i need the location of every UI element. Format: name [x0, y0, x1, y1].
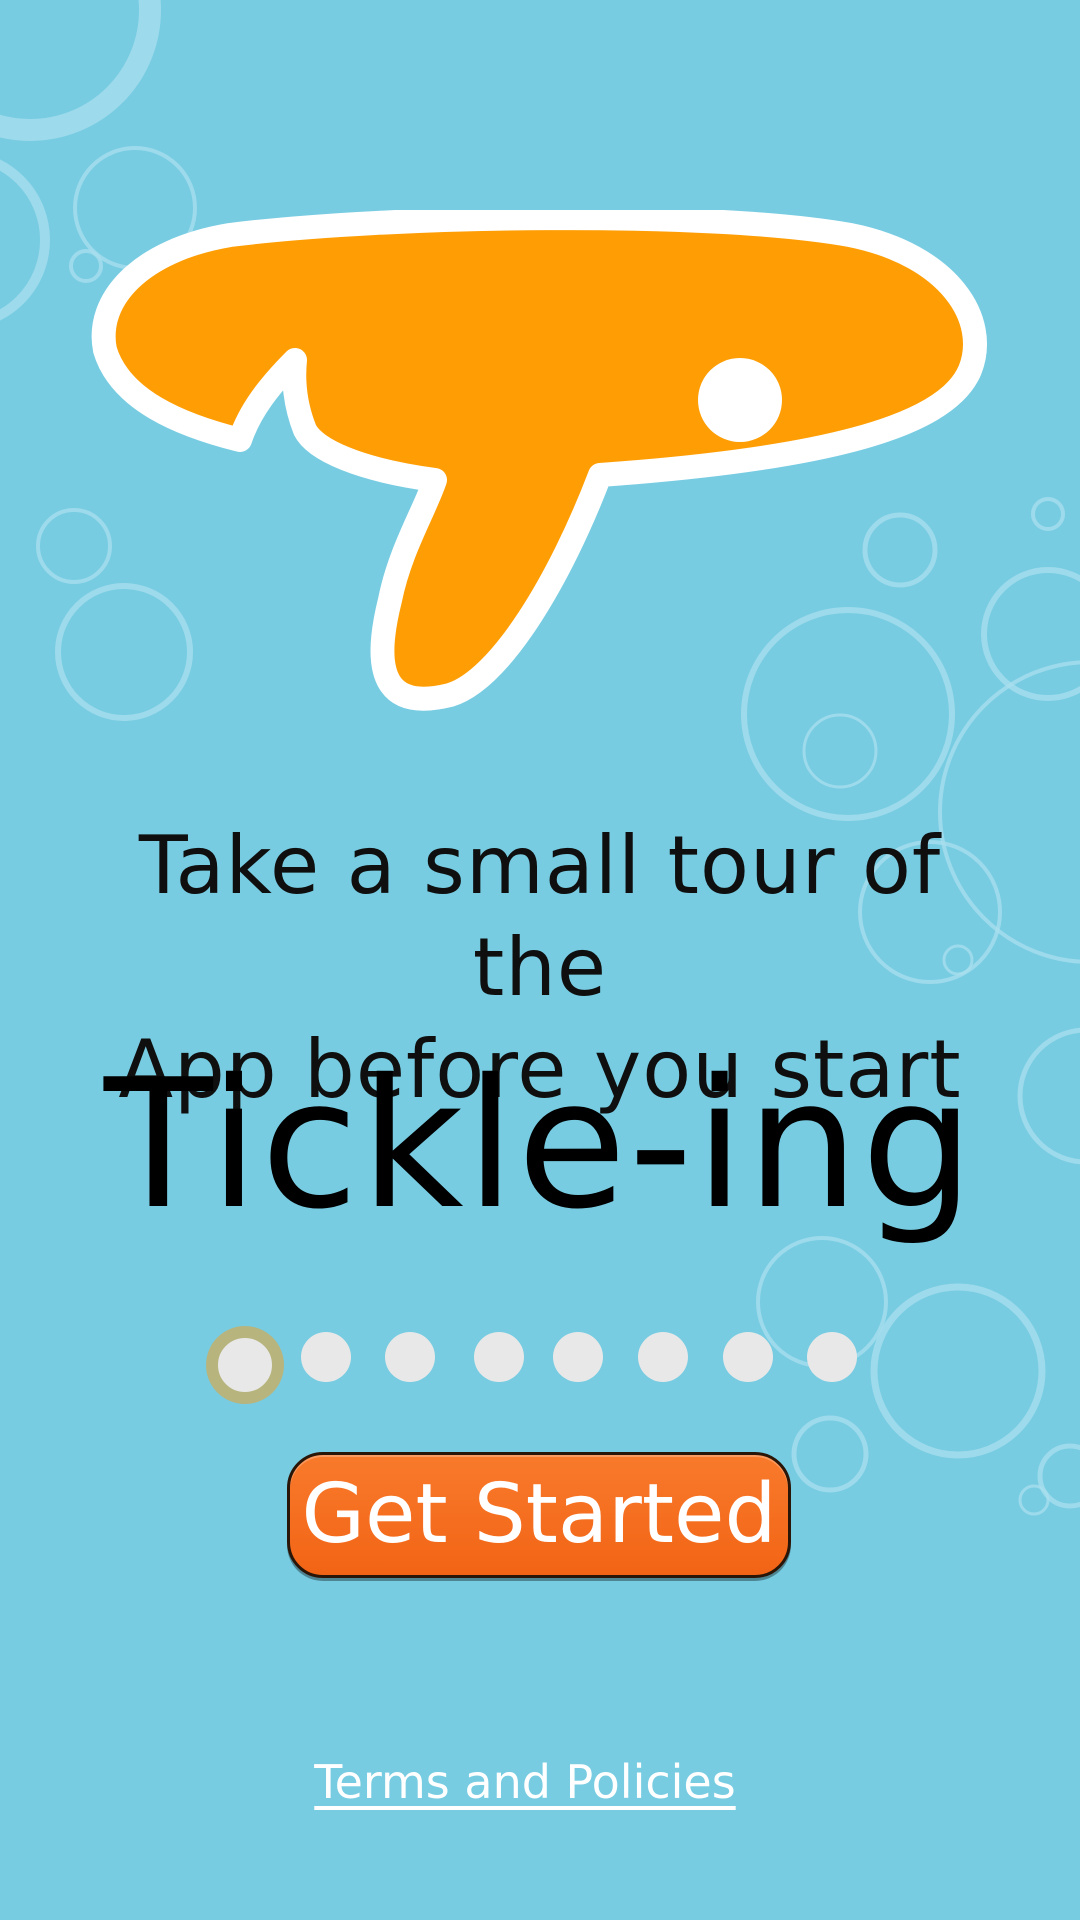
get-started-button[interactable]: Get Started — [287, 1452, 791, 1578]
page-dot-7[interactable] — [723, 1332, 773, 1382]
page-dot-3[interactable] — [385, 1332, 435, 1382]
tagline-line-1: Take a small tour of the — [138, 819, 942, 1014]
page-dot-6[interactable] — [638, 1332, 688, 1382]
speech-bubble-logo-icon — [91, 210, 987, 711]
page-dot-2[interactable] — [301, 1332, 351, 1382]
terms-and-policies-link[interactable]: Terms and Policies — [314, 1755, 735, 1809]
terms-link-container: Terms and Policies — [0, 1752, 1050, 1812]
app-name: Tickle-ing — [103, 1041, 977, 1248]
page-dot-5[interactable] — [553, 1332, 603, 1382]
page-dot-4[interactable] — [474, 1332, 524, 1382]
onboarding-screen: Take a small tour of the App before you … — [0, 0, 1080, 1920]
page-dot-8[interactable] — [807, 1332, 857, 1382]
page-dot-1[interactable] — [206, 1326, 284, 1404]
page-indicator — [0, 1312, 1080, 1404]
